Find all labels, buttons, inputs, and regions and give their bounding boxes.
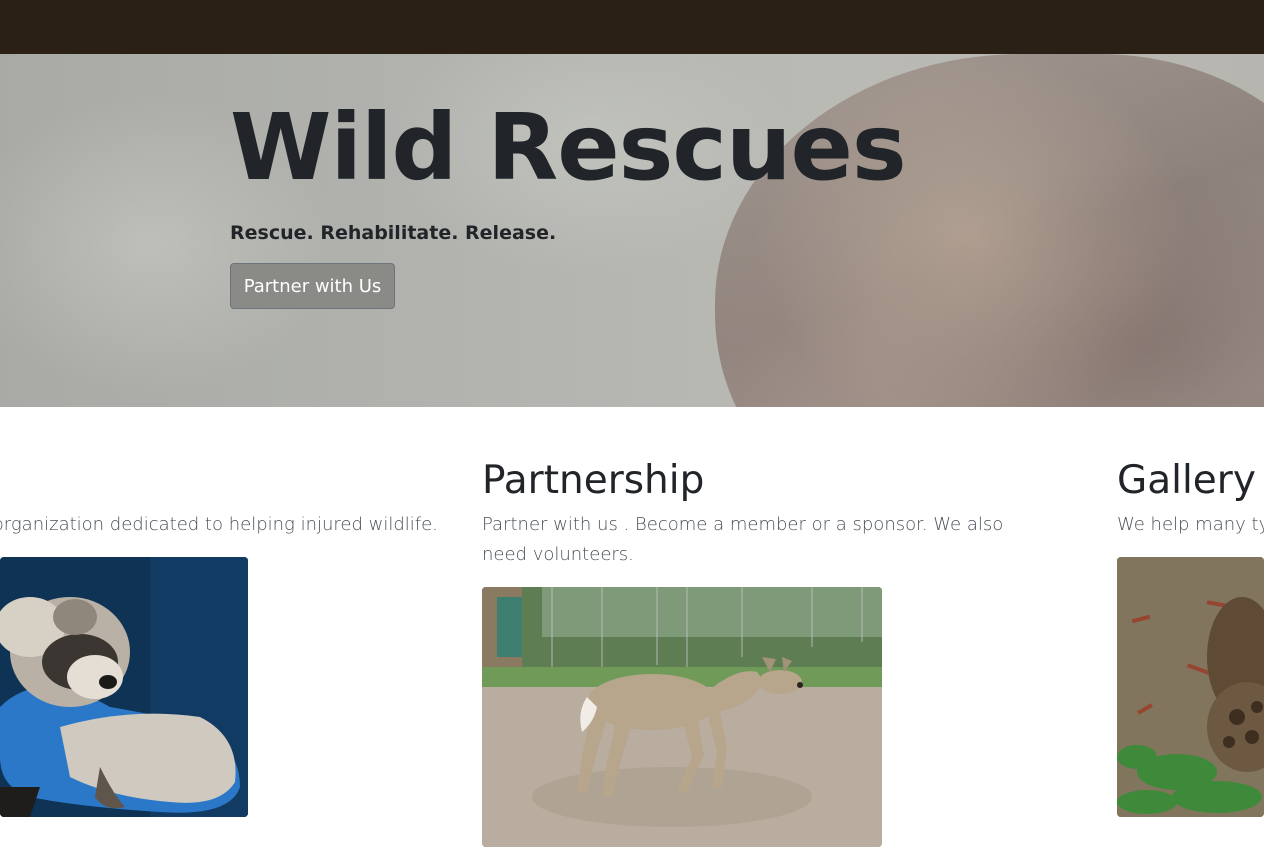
section-description: Partner with us . Become a member or a s… — [482, 514, 1004, 565]
section-gallery: Gallery We help many typ — [1117, 458, 1264, 540]
section-description: t organization dedicated to helping inju… — [0, 514, 438, 535]
section-heading: s — [0, 458, 430, 504]
section-heading: Gallery — [1117, 458, 1256, 503]
section-partnership: Partnership Partner with us . Become a m… — [482, 458, 1022, 570]
hero-title: Wild Rescues — [230, 94, 907, 201]
tortoise-illustration — [1117, 557, 1264, 817]
section-about: s t organization dedicated to helping in… — [0, 458, 438, 540]
deer-illustration — [482, 587, 882, 847]
section-description: We help many typ — [1117, 514, 1264, 535]
raccoon-photo — [0, 557, 248, 817]
partner-with-us-button[interactable]: Partner with Us — [230, 263, 395, 309]
section-heading: Partnership — [482, 458, 705, 503]
top-navbar — [0, 0, 1264, 54]
tortoise-photo — [1117, 557, 1264, 817]
raccoon-illustration — [0, 557, 248, 817]
hero-tagline: Rescue. Rehabilitate. Release. — [230, 222, 557, 244]
deer-photo — [482, 587, 882, 847]
